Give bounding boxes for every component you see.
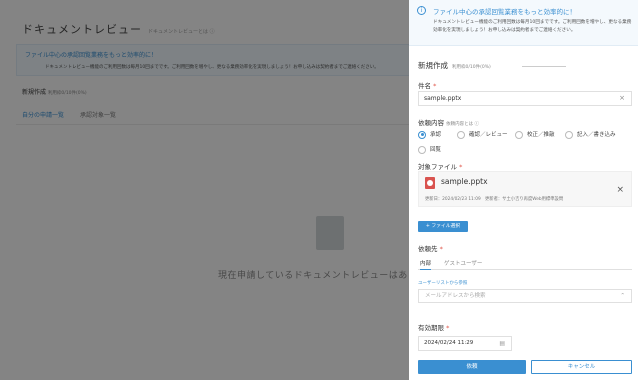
pptx-file-icon <box>425 177 435 189</box>
new-review-panel: i ファイル中心の承認回覧業務をもっと効率的に！ ドキュメントレビュー機能のご利… <box>409 0 638 380</box>
info-circle-icon: i <box>417 6 426 15</box>
tab-internal[interactable]: 内部 <box>420 259 432 270</box>
deadline-label: 有効期限 * <box>418 324 450 332</box>
destination-tabs: 内部 ゲストユーザー <box>418 257 632 270</box>
request-label: 依頼内容 依頼内容とは ⓘ <box>418 119 480 127</box>
cancel-button[interactable]: キャンセル <box>531 360 632 374</box>
file-card: sample.pptx 更新日：2024/02/23 11:09 更新者：サ土小… <box>418 171 632 207</box>
subject-label: 件名 * <box>418 82 437 90</box>
panel-heading: 新規作成 利用枠0/10件(0%) <box>418 61 491 70</box>
destination-label: 依頼先 * <box>418 245 443 253</box>
subject-input[interactable]: sample.pptx × <box>418 91 632 106</box>
chevron-down-icon: ⌃ <box>620 293 625 299</box>
calendar-icon[interactable]: ▤ <box>499 337 505 350</box>
file-select-button[interactable]: + ファイル選択 <box>418 221 468 232</box>
submit-button[interactable]: 依頼 <box>418 360 526 374</box>
usage-count: 利用枠0/10件(0%) <box>452 65 491 70</box>
notice-body: ドキュメントレビュー機能のご利用回数は毎月10回までです。ご利用回数を増やし、更… <box>433 20 632 33</box>
email-search-select[interactable]: メールアドレスから検索 ⌃ <box>418 289 632 303</box>
radio-approve[interactable]: 承認 <box>418 130 441 139</box>
deadline-input[interactable]: 2024/02/24 11:29 ▤ <box>418 336 512 351</box>
tab-guest-user[interactable]: ゲストユーザー <box>444 259 482 267</box>
file-label: 対象ファイル * <box>418 163 463 171</box>
remove-file-icon[interactable]: × <box>616 185 624 195</box>
file-meta: 更新日：2024/02/23 11:09 更新者：サ土小吉り再度Web用標準設問 <box>425 197 564 202</box>
user-list-link[interactable]: ユーザーリストから参照 <box>418 280 467 286</box>
notice-title: ファイル中心の承認回覧業務をもっと効率的に！ <box>433 8 576 16</box>
radio-proofread[interactable]: 校正／推敲 <box>515 130 555 139</box>
radio-review[interactable]: 確認／レビュー <box>457 130 508 139</box>
radio-fill-in[interactable]: 記入／書き込み <box>565 130 616 139</box>
request-help[interactable]: 依頼内容とは ⓘ <box>446 122 479 127</box>
notice-banner: i ファイル中心の承認回覧業務をもっと効率的に！ ドキュメントレビュー機能のご利… <box>409 0 638 46</box>
close-icon[interactable]: × <box>619 92 625 105</box>
usage-progress-bar <box>522 66 566 67</box>
file-name: sample.pptx <box>441 177 488 186</box>
radio-circulate[interactable]: 回覧 <box>418 145 441 154</box>
